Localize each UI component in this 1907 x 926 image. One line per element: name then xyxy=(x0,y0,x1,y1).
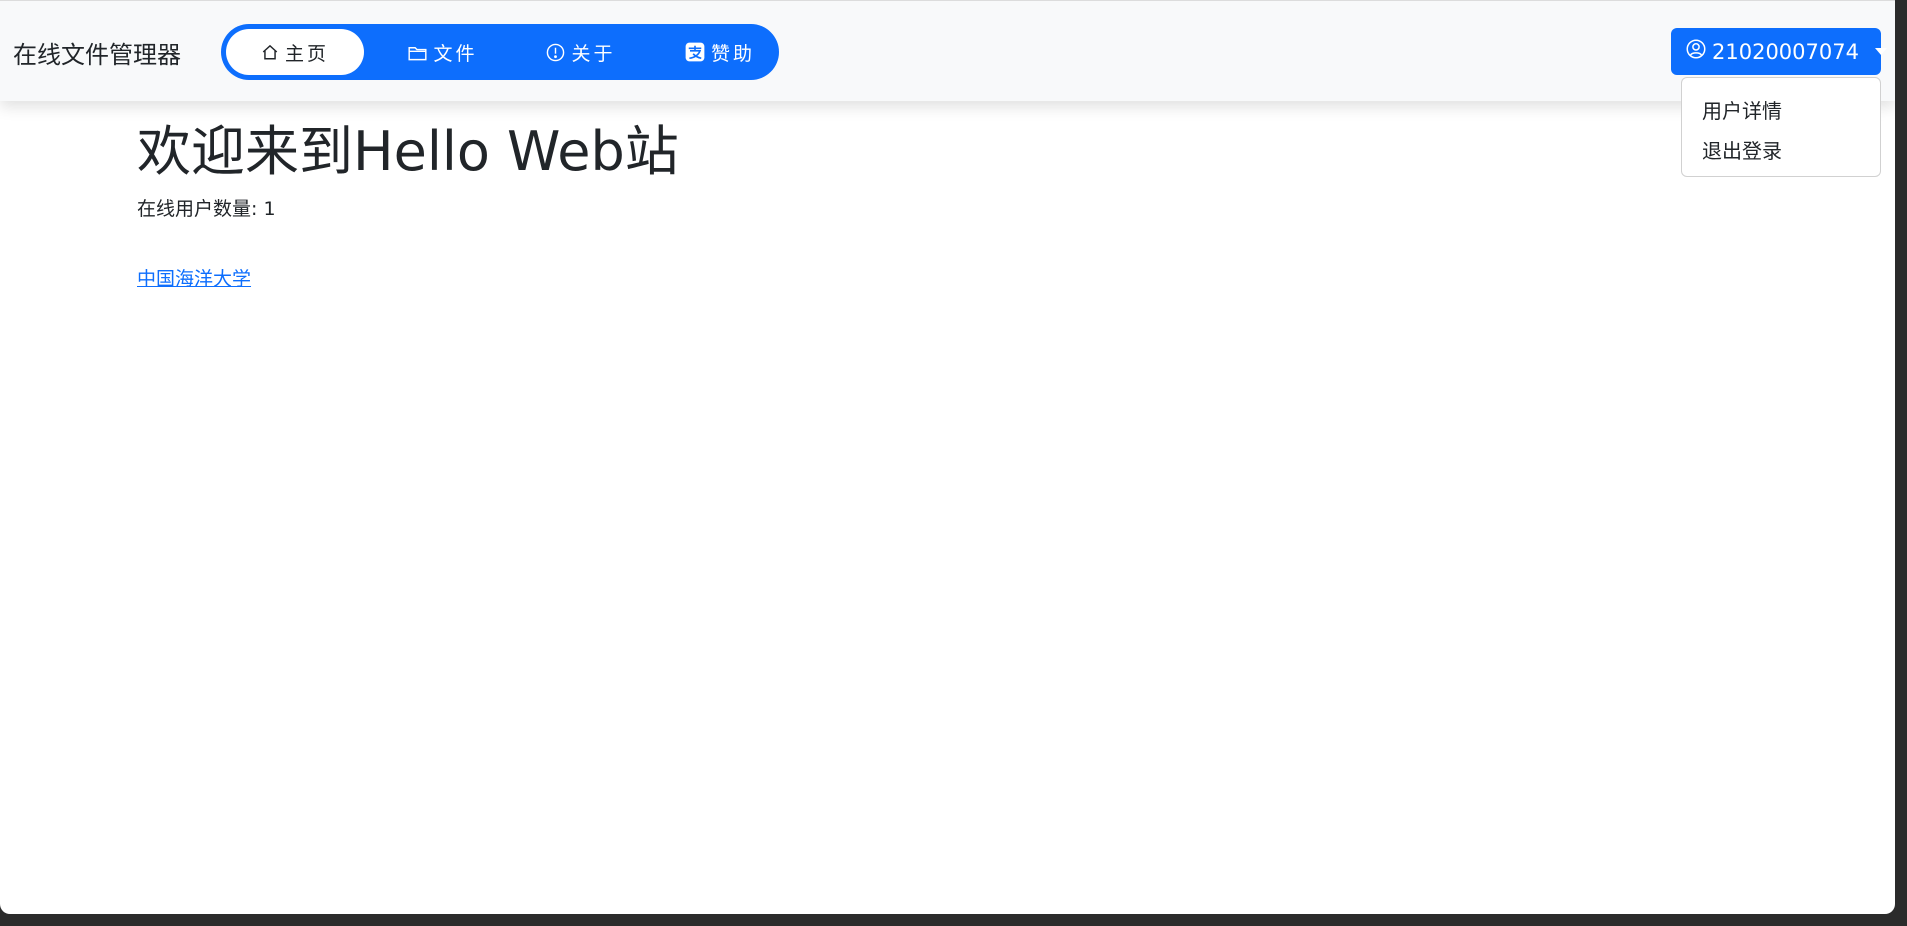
page-title: 欢迎来到Hello Web站 xyxy=(137,120,679,183)
user-name: 21020007074 xyxy=(1712,39,1859,64)
dropdown-item-logout[interactable]: 退出登录 xyxy=(1702,135,1782,164)
nav-item-label: 文件 xyxy=(433,42,478,65)
main-nav: 主页 文件 关于 赞助 xyxy=(221,24,779,80)
user-dropdown-menu: 用户详情 退出登录 xyxy=(1681,77,1881,177)
chevron-down-icon xyxy=(1874,48,1887,55)
browser-window: 在线文件管理器 主页 文件 关于 赞助 21020007074 用户详情 退出登… xyxy=(0,0,1895,914)
nav-item-label: 关于 xyxy=(571,42,616,65)
navbar: 在线文件管理器 主页 文件 关于 赞助 21020007074 xyxy=(0,0,1895,101)
folder-icon xyxy=(408,44,428,61)
nav-item-home[interactable]: 主页 xyxy=(226,29,364,75)
alipay-icon xyxy=(685,42,705,62)
nav-item-files[interactable]: 文件 xyxy=(388,29,498,75)
dropdown-item-user-details[interactable]: 用户详情 xyxy=(1702,95,1782,124)
online-user-count: 在线用户数量: 1 xyxy=(137,198,276,220)
nav-item-label: 主页 xyxy=(284,42,329,65)
navbar-brand[interactable]: 在线文件管理器 xyxy=(13,35,181,70)
user-circle-icon xyxy=(1686,39,1706,64)
user-dropdown-button[interactable]: 21020007074 xyxy=(1671,28,1887,75)
info-circle-icon xyxy=(546,43,565,62)
nav-item-about[interactable]: 关于 xyxy=(526,29,636,75)
nav-item-sponsor[interactable]: 赞助 xyxy=(665,29,775,75)
ocean-university-link[interactable]: 中国海洋大学 xyxy=(137,264,251,291)
home-icon xyxy=(261,43,279,61)
window-edge xyxy=(1895,0,1907,926)
nav-item-label: 赞助 xyxy=(710,42,755,65)
